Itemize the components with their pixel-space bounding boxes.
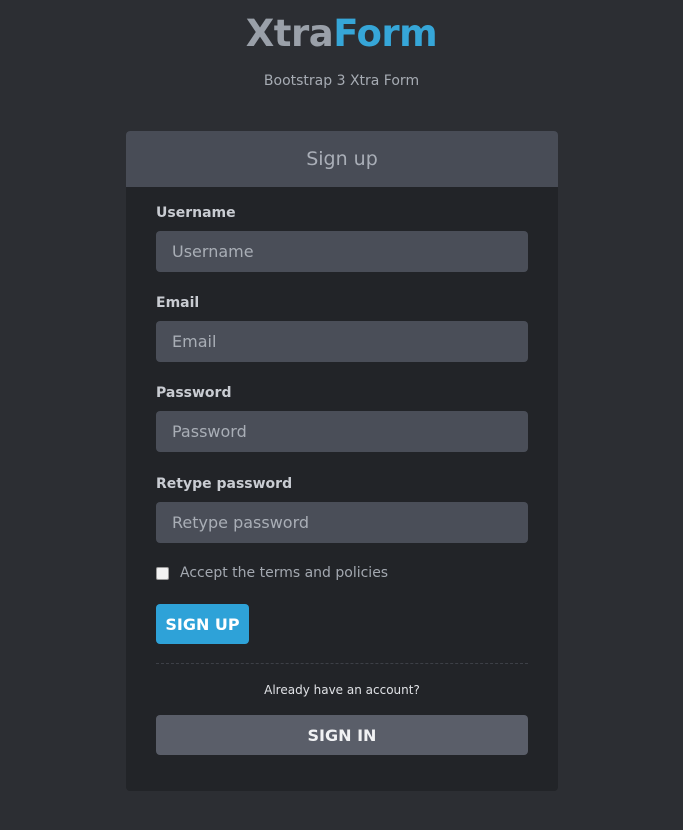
dashed-divider	[156, 663, 528, 664]
already-have-account-text: Already have an account?	[264, 683, 420, 697]
email-label: Email	[156, 295, 200, 311]
terms-row: Accept the terms and policies	[156, 565, 388, 581]
brand-logo: XtraForm	[0, 12, 683, 56]
brand-logo-xtra: Xtra	[245, 12, 334, 55]
terms-label[interactable]: Accept the terms and policies	[180, 565, 388, 581]
terms-checkbox[interactable]	[156, 566, 169, 580]
username-input[interactable]	[156, 231, 528, 272]
email-input[interactable]	[156, 321, 528, 362]
retype-password-label: Retype password	[156, 476, 293, 492]
retype-password-input[interactable]	[156, 502, 528, 543]
page-subtitle: Bootstrap 3 Xtra Form	[263, 73, 420, 89]
brand-logo-form: Form	[333, 12, 438, 55]
signup-button[interactable]: SIGN UP	[156, 604, 249, 644]
password-input[interactable]	[156, 411, 528, 452]
panel-title: Sign up	[306, 148, 378, 170]
username-label: Username	[156, 205, 236, 221]
panel-header: Sign up	[126, 131, 558, 187]
signin-button[interactable]: SIGN IN	[156, 715, 528, 755]
password-label: Password	[156, 385, 232, 401]
signup-panel: Sign up Username Email Password Retype p…	[126, 131, 558, 791]
